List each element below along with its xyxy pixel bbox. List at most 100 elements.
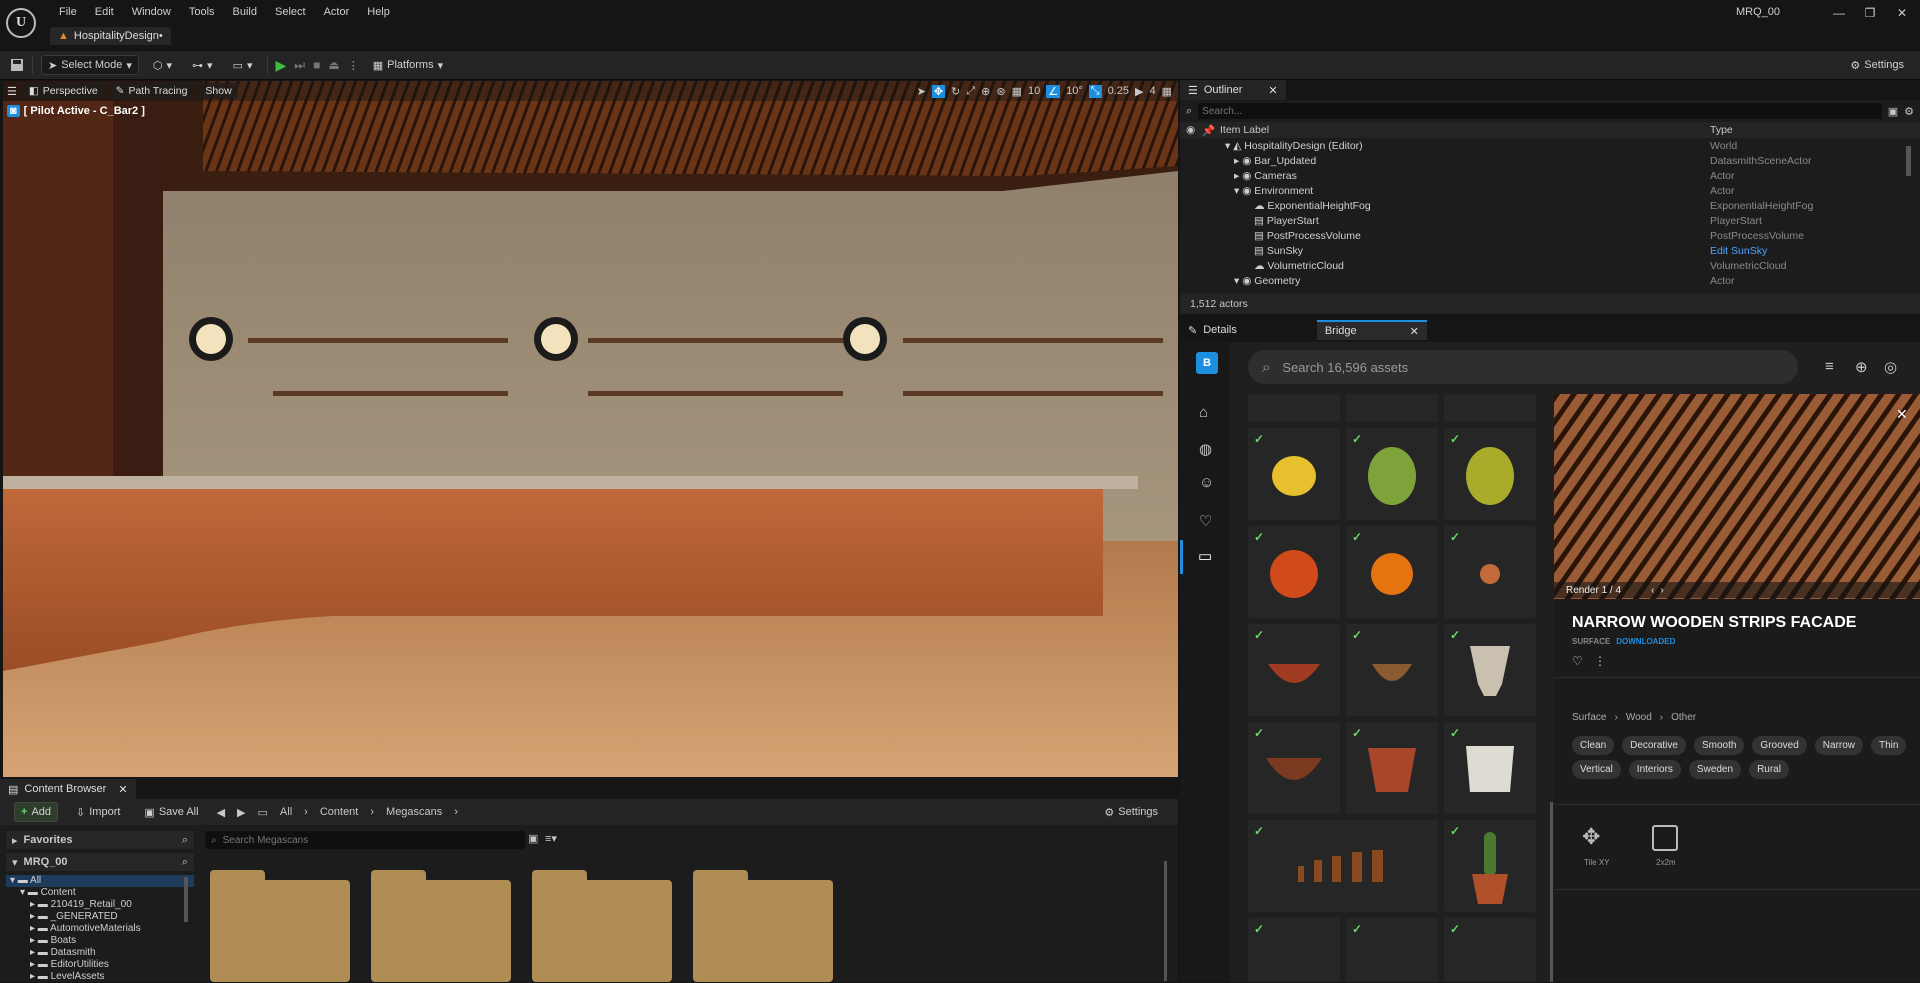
move-tool-icon[interactable]: ✥	[931, 84, 946, 98]
select-tool-icon[interactable]: ➤	[917, 85, 926, 98]
close-icon[interactable]: ✕	[1896, 406, 1908, 423]
path-content[interactable]: Content	[320, 806, 359, 818]
asset-tile[interactable]: ✓	[1444, 918, 1536, 982]
tree-folder[interactable]: ▸ ▬ EditorUtilities	[6, 959, 194, 971]
tag[interactable]: Decorative	[1622, 736, 1686, 755]
expand-icon[interactable]: ▸ ◉	[1234, 170, 1254, 182]
tag[interactable]: Smooth	[1693, 736, 1745, 755]
expand-icon[interactable]: ▸ ◉	[1234, 155, 1254, 167]
search-icon[interactable]: ⌕	[182, 856, 188, 869]
asset-tile[interactable]: ✓	[1248, 428, 1340, 520]
grid-snap-icon[interactable]: ▦	[1012, 85, 1022, 98]
folder-add-icon[interactable]: ▣	[1888, 105, 1898, 118]
megascans-search[interactable]: ⌕ Search Megascans	[205, 831, 525, 849]
menu-tools[interactable]: Tools	[180, 6, 224, 18]
eject-icon[interactable]: ⏏	[328, 58, 339, 72]
tree-folder[interactable]: ▸ ▬ _GENERATED	[6, 911, 194, 923]
tree-folder[interactable]: ▸ ▬ Datasmith	[6, 947, 194, 959]
bridge-grid-scrollbar[interactable]	[1550, 802, 1553, 982]
cb-settings-button[interactable]: ⚙ Settings	[1098, 802, 1164, 822]
platforms-dropdown[interactable]: ▦ Platforms ▾	[367, 55, 449, 75]
settings-button[interactable]: ⚙ Settings	[1844, 55, 1910, 75]
close-icon[interactable]: ✕	[1268, 84, 1277, 97]
tree-scrollbar[interactable]	[184, 877, 188, 922]
tree-row[interactable]: ▾ ◉ Geometry Actor	[1180, 275, 1920, 290]
minimize-icon[interactable]: —	[1832, 6, 1846, 20]
search-icon[interactable]: ⌕	[182, 834, 188, 847]
close-icon[interactable]: ✕	[1410, 325, 1419, 338]
menu-help[interactable]: Help	[358, 6, 399, 18]
asset-tile[interactable]: ✓	[1444, 428, 1536, 520]
crumb-wood[interactable]: Wood	[1626, 712, 1652, 723]
asset-tile[interactable]: ✓	[1248, 820, 1438, 912]
filter-icon[interactable]: ≡▾	[545, 832, 557, 845]
content-browser-tab[interactable]: ▤ Content Browser ✕	[0, 779, 136, 799]
surface-snap-icon[interactable]: ⊛	[996, 85, 1005, 98]
level-viewport[interactable]: ☰ ◧ Perspective ✎ Path Tracing Show ➤ ✥ ↻ …	[3, 81, 1178, 777]
asset-tile[interactable]: ✓	[1444, 526, 1536, 618]
world-space-icon[interactable]: ⊕	[981, 85, 990, 98]
expand-icon[interactable]: ▾ ◉	[1234, 275, 1254, 287]
cinematics-button[interactable]: ▭ ▾	[227, 55, 259, 75]
tree-row[interactable]: ▤ PostProcessVolume PostProcessVolume	[1180, 230, 1920, 245]
pin-icon[interactable]: 📌	[1202, 124, 1215, 137]
tree-row[interactable]: ▸ ◉ Cameras Actor	[1180, 170, 1920, 185]
rotation-snap-value[interactable]: 10°	[1066, 85, 1083, 97]
menu-window[interactable]: Window	[123, 6, 180, 18]
tree-row[interactable]: ▾ ◉ Environment Actor	[1180, 185, 1920, 200]
tag[interactable]: Interiors	[1628, 760, 1681, 779]
asset-tile[interactable]: ✓	[1346, 526, 1438, 618]
bridge-logo-icon[interactable]: B	[1196, 352, 1218, 374]
history-forward-icon[interactable]: ▶	[237, 806, 245, 819]
bridge-tab[interactable]: Bridge ✕	[1316, 320, 1427, 340]
tree-row[interactable]: ▤ SunSky Edit SunSky	[1180, 245, 1920, 260]
tree-folder[interactable]: ▸ ▬ LevelAssets	[6, 971, 194, 983]
outliner-search-input[interactable]	[1198, 103, 1882, 119]
select-mode-dropdown[interactable]: ➤ Select Mode ▾	[41, 55, 139, 75]
asset-tile[interactable]: ✓	[1248, 624, 1340, 716]
play-icon[interactable]: ▶	[276, 57, 287, 74]
more-options-icon[interactable]: ⋮	[348, 59, 359, 72]
asset-tile[interactable]: ✓	[1346, 428, 1438, 520]
tree-folder-all[interactable]: ▾ ▬ All	[6, 875, 194, 887]
asset-tile[interactable]	[1248, 394, 1340, 422]
unreal-logo-icon[interactable]: U	[6, 8, 36, 38]
crumb-surface[interactable]: Surface	[1572, 712, 1606, 723]
expand-icon[interactable]: ▾ ◭	[1225, 140, 1244, 152]
tag[interactable]: Sweden	[1688, 760, 1742, 779]
tree-row[interactable]: ☁ ExponentialHeightFog ExponentialHeightF…	[1180, 200, 1920, 215]
menu-build[interactable]: Build	[224, 6, 266, 18]
favorites-header[interactable]: ▸ Favorites ⌕	[6, 831, 194, 849]
camera-speed-icon[interactable]: ▶	[1135, 85, 1143, 98]
blueprint-button[interactable]: ⊶ ▾	[186, 55, 219, 75]
camera-icon[interactable]: ◙	[7, 105, 20, 117]
asset-tile[interactable]: ✓	[1444, 624, 1536, 716]
item-label-header[interactable]: Item Label	[1220, 124, 1269, 136]
eye-icon[interactable]: ◉	[1186, 124, 1195, 136]
scale-tool-icon[interactable]: ⤢	[966, 85, 975, 98]
tree-folder[interactable]: ▸ ▬ 210419_Retail_00	[6, 899, 194, 911]
asset-tile[interactable]: ✓	[1248, 526, 1340, 618]
path-all[interactable]: All	[280, 806, 292, 818]
crumb-other[interactable]: Other	[1671, 712, 1696, 723]
user-icon[interactable]: ☺	[1199, 474, 1214, 491]
rotation-snap-icon[interactable]: ∠	[1046, 84, 1061, 98]
gear-icon[interactable]: ⚙	[1904, 105, 1914, 118]
grid-snap-value[interactable]: 10	[1028, 85, 1040, 97]
asset-tile[interactable]: ✓	[1248, 918, 1340, 982]
add-button[interactable]: + Add	[14, 802, 59, 822]
project-header[interactable]: ▾ MRQ_00 ⌕	[6, 853, 194, 871]
tree-folder[interactable]: ▸ ▬ Boats	[6, 935, 194, 947]
chevron-right-icon[interactable]: ›	[1660, 585, 1663, 596]
save-icon[interactable]	[10, 58, 24, 72]
account-icon[interactable]: ◎	[1884, 358, 1897, 376]
asset-tile[interactable]	[1444, 394, 1536, 422]
tree-row[interactable]: ▾ ◭ HospitalityDesign (Editor) World	[1180, 140, 1920, 155]
close-icon[interactable]: ✕	[118, 783, 127, 796]
import-button[interactable]: ⇩ Import	[70, 802, 126, 822]
filter-icon[interactable]: ≡	[1825, 358, 1834, 375]
asset-tile[interactable]: ✓	[1444, 820, 1536, 912]
history-back-icon[interactable]: ◀	[217, 806, 225, 819]
level-tab[interactable]: ▲ HospitalityDesign•	[50, 27, 171, 45]
asset-tile[interactable]: ✓	[1346, 918, 1438, 982]
